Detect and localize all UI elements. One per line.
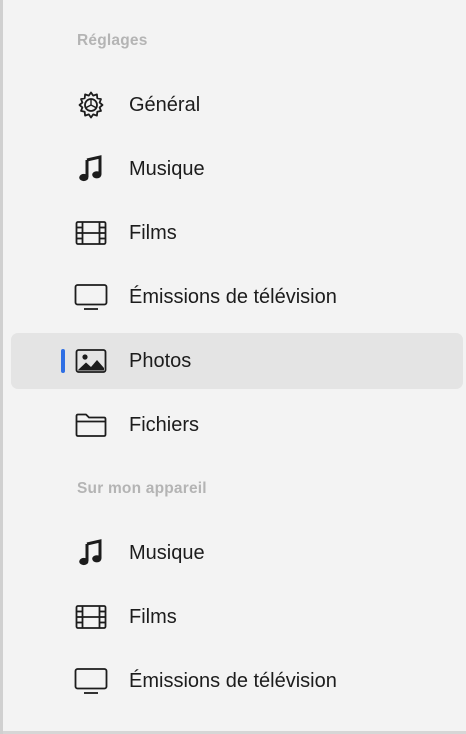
section-header-sur-mon-appareil: Sur mon appareil (77, 480, 207, 497)
sidebar-item-films[interactable]: Films (11, 205, 463, 261)
tv-icon (73, 281, 109, 313)
sidebar-item-fichiers[interactable]: Fichiers (11, 397, 463, 453)
sidebar-item-label: Fichiers (129, 414, 200, 436)
film-icon (73, 601, 109, 633)
sidebar-item-label: Films (129, 606, 177, 628)
tv-icon (73, 665, 109, 697)
sidebar-item-device-films[interactable]: Films (11, 589, 463, 645)
gear-icon (73, 89, 109, 121)
music-note-icon (73, 537, 109, 569)
sidebar-item-label: Films (129, 222, 177, 244)
sidebar: Réglages Général Musique Films Émissions… (0, 0, 466, 734)
sidebar-item-general[interactable]: Général (11, 77, 463, 133)
section-header-reglages: Réglages (77, 32, 148, 49)
sidebar-item-label: Émissions de télévision (129, 286, 337, 308)
sidebar-item-label: Photos (129, 350, 192, 372)
sidebar-item-musique[interactable]: Musique (11, 141, 463, 197)
sidebar-item-label: Général (129, 94, 201, 116)
sidebar-item-label: Émissions de télévision (129, 670, 337, 692)
selection-indicator (61, 349, 65, 373)
sidebar-item-device-emissions-tv[interactable]: Émissions de télévision (11, 653, 463, 709)
sidebar-item-label: Musique (129, 542, 205, 564)
film-icon (73, 217, 109, 249)
sidebar-item-emissions-tv[interactable]: Émissions de télévision (11, 269, 463, 325)
folder-icon (73, 409, 109, 441)
music-note-icon (73, 153, 109, 185)
sidebar-item-photos[interactable]: Photos (11, 333, 463, 389)
sidebar-item-label: Musique (129, 158, 205, 180)
photo-icon (73, 345, 109, 377)
sidebar-item-device-musique[interactable]: Musique (11, 525, 463, 581)
